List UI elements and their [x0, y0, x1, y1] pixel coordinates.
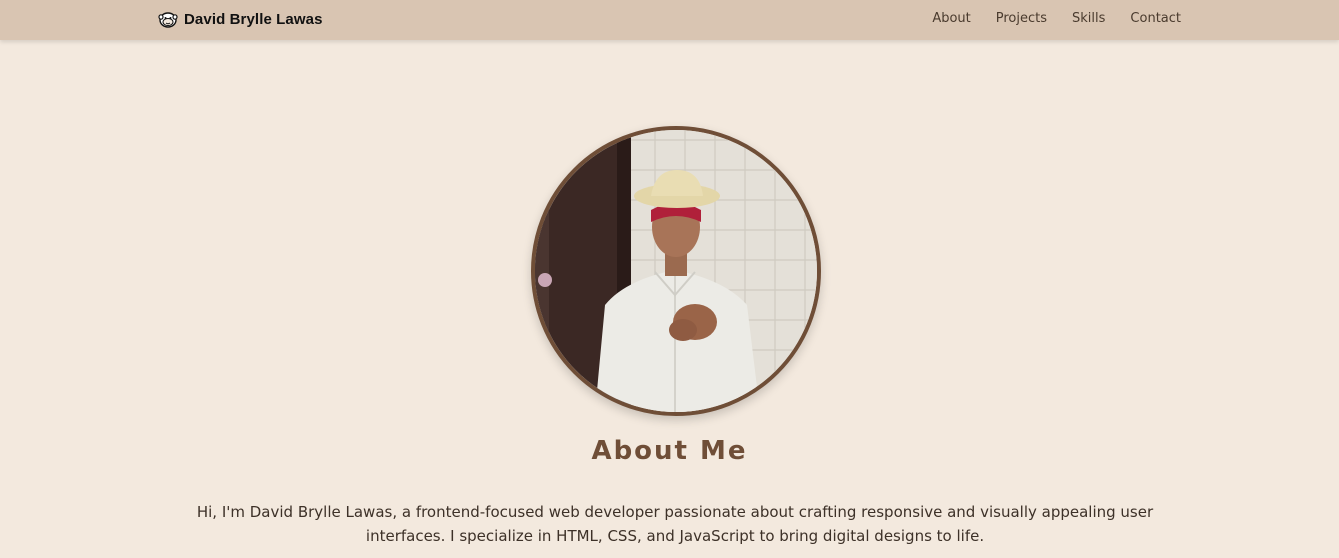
about-section: About Me Hi, I'm David Brylle Lawas, a f…: [0, 40, 1339, 558]
nav-link-about[interactable]: About: [932, 10, 970, 28]
nav-link-contact[interactable]: Contact: [1130, 10, 1181, 28]
brand-link[interactable]: David Brylle Lawas: [158, 8, 323, 30]
about-description: Hi, I'm David Brylle Lawas, a frontend-f…: [196, 503, 1154, 545]
brand-name: David Brylle Lawas: [184, 10, 323, 28]
navbar: David Brylle Lawas About Projects Skills…: [0, 0, 1339, 40]
nav-link-skills[interactable]: Skills: [1072, 10, 1105, 28]
nav-links: About Projects Skills Contact: [907, 10, 1181, 28]
about-title: About Me: [591, 436, 748, 466]
monkey-face-icon: [158, 9, 178, 29]
nav-link-projects[interactable]: Projects: [996, 10, 1047, 28]
profile-photo: [531, 126, 821, 416]
